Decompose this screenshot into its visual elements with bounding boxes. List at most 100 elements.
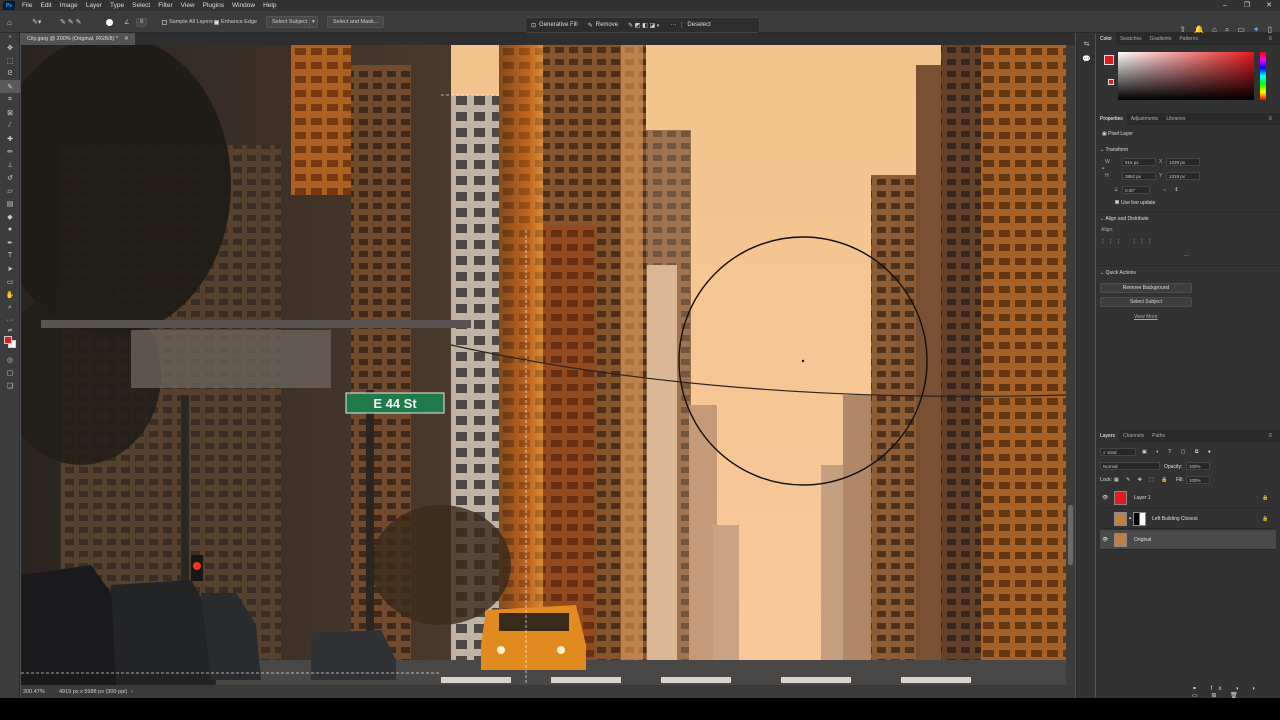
canvas[interactable]: E 44 St [21, 45, 1066, 685]
tab-swatches[interactable]: Swatches [1116, 33, 1146, 45]
minimize-button[interactable]: – [1214, 0, 1236, 11]
menu-window[interactable]: Window [228, 2, 259, 9]
tab-gradients[interactable]: Gradients [1146, 33, 1176, 45]
clone-stamp-tool-icon[interactable]: ⊥ [0, 158, 20, 171]
eraser-tool-icon[interactable]: ▱ [0, 184, 20, 197]
color-panel-background[interactable] [1108, 79, 1114, 85]
angle-field[interactable]: 0.00° [1122, 186, 1150, 194]
more-options-button[interactable]: ··· [665, 22, 681, 28]
layer-filter-select[interactable]: ⌕ Kind [1100, 448, 1136, 456]
crop-tool-icon[interactable]: ⌗ [0, 93, 20, 106]
link-icon[interactable]: ⚭ [1101, 166, 1105, 172]
comments-panel-icon[interactable]: 💬 [1077, 55, 1096, 63]
foreground-color-swatch[interactable] [4, 336, 12, 344]
tab-channels[interactable]: Channels [1119, 430, 1148, 442]
quick-mask-icon[interactable]: ◎ [0, 353, 20, 366]
select-subject-dropdown[interactable]: ▾ [309, 11, 318, 33]
brush-size-field[interactable]: 9 [136, 11, 148, 33]
layer-name[interactable]: Original [1134, 537, 1151, 543]
menu-view[interactable]: View [177, 2, 199, 9]
quick-selection-tool-icon[interactable]: ✎ [0, 80, 20, 93]
zoom-tool-icon[interactable]: ⌕ [0, 301, 20, 314]
dodge-tool-icon[interactable]: ● [0, 223, 20, 236]
rectangle-tool-icon[interactable]: ▭ [0, 275, 20, 288]
menu-help[interactable]: Help [259, 2, 280, 9]
document-info[interactable]: 4919 px x 5988 px (300 ppi) [59, 689, 127, 695]
visibility-eye-icon[interactable]: 👁 [1102, 495, 1108, 501]
tab-libraries[interactable]: Libraries [1162, 113, 1189, 125]
layer-mask-thumbnail[interactable] [1133, 512, 1146, 526]
lock-icons[interactable]: ▦ ✎ ✥ ⬚ 🔒 [1114, 477, 1171, 483]
menu-filter[interactable]: Filter [154, 2, 176, 9]
y-field[interactable]: 1319 px [1166, 172, 1200, 180]
path-selection-tool-icon[interactable]: ➤ [0, 262, 20, 275]
brush-preset-picker[interactable] [106, 11, 113, 33]
lasso-tool-icon[interactable]: ᘓ [0, 67, 20, 80]
edit-toolbar-icon[interactable]: ··· [0, 314, 20, 327]
tab-patterns[interactable]: Patterns [1175, 33, 1202, 45]
blur-tool-icon[interactable]: ◆ [0, 210, 20, 223]
menu-select[interactable]: Select [128, 2, 154, 9]
swap-colors-icon[interactable]: ⇄ [0, 327, 20, 335]
quick-selection-tool-icon[interactable]: ✎▾ [32, 11, 41, 33]
blend-mode-select[interactable]: Normal [1100, 462, 1160, 470]
close-button[interactable]: ✕ [1258, 0, 1280, 11]
artboard-icon[interactable]: ❏ [0, 379, 20, 392]
zoom-level[interactable]: 200.47% [23, 689, 51, 695]
transform-header[interactable]: ⌄ Transform [1100, 147, 1128, 153]
vertical-scrollbar[interactable] [1066, 45, 1075, 685]
width-field[interactable]: 915 px [1122, 158, 1156, 166]
gradient-tool-icon[interactable]: ▤ [0, 197, 20, 210]
mask-icons[interactable]: ✎ ◩ ◧ ◪ ◐ [623, 22, 665, 29]
brush-settings-icon[interactable]: ∠ [124, 11, 129, 33]
layers-footer-icons[interactable]: ⚭ fx ◑ ◐ ▭ ⊞ 🗑 [1192, 685, 1280, 699]
quick-select-subject-button[interactable]: Select Subject [1100, 297, 1192, 307]
layer-name[interactable]: Layer 1 [1134, 495, 1151, 501]
document-tab[interactable]: City.jpeg @ 200% (Original, RGB/8) * ✕ [21, 33, 135, 45]
status-expand-icon[interactable]: › [131, 689, 133, 695]
panel-menu-icon[interactable]: ≡ [1264, 33, 1276, 45]
menu-type[interactable]: Type [106, 2, 128, 9]
move-tool-icon[interactable]: ✥ [0, 41, 20, 54]
tab-paths[interactable]: Paths [1148, 430, 1169, 442]
color-field[interactable] [1118, 52, 1254, 100]
align-buttons[interactable]: ⫶⫶⫶ ⫶⫶⫶ [1102, 239, 1156, 247]
visibility-eye-icon[interactable]: 👁 [1102, 537, 1108, 543]
marquee-tool-icon[interactable]: ⬚ [0, 54, 20, 67]
enhance-edge-checkbox[interactable]: Enhance Edge [214, 11, 257, 33]
tab-adjustments[interactable]: Adjustments [1127, 113, 1163, 125]
panel-menu-icon[interactable]: ≡ [1264, 113, 1276, 125]
home-icon[interactable]: ⌂ [7, 11, 12, 33]
menu-layer[interactable]: Layer [82, 2, 106, 9]
tab-color[interactable]: Color [1096, 33, 1116, 45]
frame-tool-icon[interactable]: ⊠ [0, 106, 20, 119]
mask-link-icon[interactable]: ⚭ [1128, 516, 1132, 522]
menu-file[interactable]: File [18, 2, 36, 9]
align-distribute-header[interactable]: ⌄ Align and Distribute [1100, 216, 1149, 222]
history-panel-icon[interactable]: ⇆ [1077, 40, 1096, 48]
menu-edit[interactable]: Edit [36, 2, 55, 9]
deselect-button[interactable]: Deselect [681, 22, 715, 28]
x-field[interactable]: 1239 px [1166, 158, 1200, 166]
remove-button[interactable]: ✎ Remove [583, 22, 623, 29]
healing-brush-tool-icon[interactable]: ✚ [0, 132, 20, 145]
sample-all-layers-checkbox[interactable]: Sample All Layers [162, 11, 213, 33]
menu-plugins[interactable]: Plugins [199, 2, 228, 9]
panel-menu-icon[interactable]: ≡ [1264, 430, 1276, 442]
align-more-button[interactable]: ··· [1184, 253, 1189, 259]
restore-button[interactable]: ❐ [1236, 0, 1258, 11]
pen-tool-icon[interactable]: ✒ [0, 236, 20, 249]
use-live-update-checkbox[interactable]: Use live update [1115, 200, 1155, 206]
scroll-thumb[interactable] [1068, 505, 1073, 565]
height-field[interactable]: 3862 px [1122, 172, 1156, 180]
type-tool-icon[interactable]: T [0, 249, 20, 262]
layer-row[interactable]: 👁 Layer 1 🔒 [1100, 488, 1276, 508]
screen-mode-icon[interactable]: ▢ [0, 366, 20, 379]
tab-layers[interactable]: Layers [1096, 430, 1120, 442]
history-brush-tool-icon[interactable]: ↺ [0, 171, 20, 184]
selection-mode-icons[interactable]: ✎ ✎ ✎ [60, 11, 82, 33]
hand-tool-icon[interactable]: ✋ [0, 288, 20, 301]
fill-field[interactable]: 100% [1186, 476, 1210, 484]
menu-image[interactable]: Image [56, 2, 82, 9]
close-tab-icon[interactable]: ✕ [124, 36, 129, 42]
